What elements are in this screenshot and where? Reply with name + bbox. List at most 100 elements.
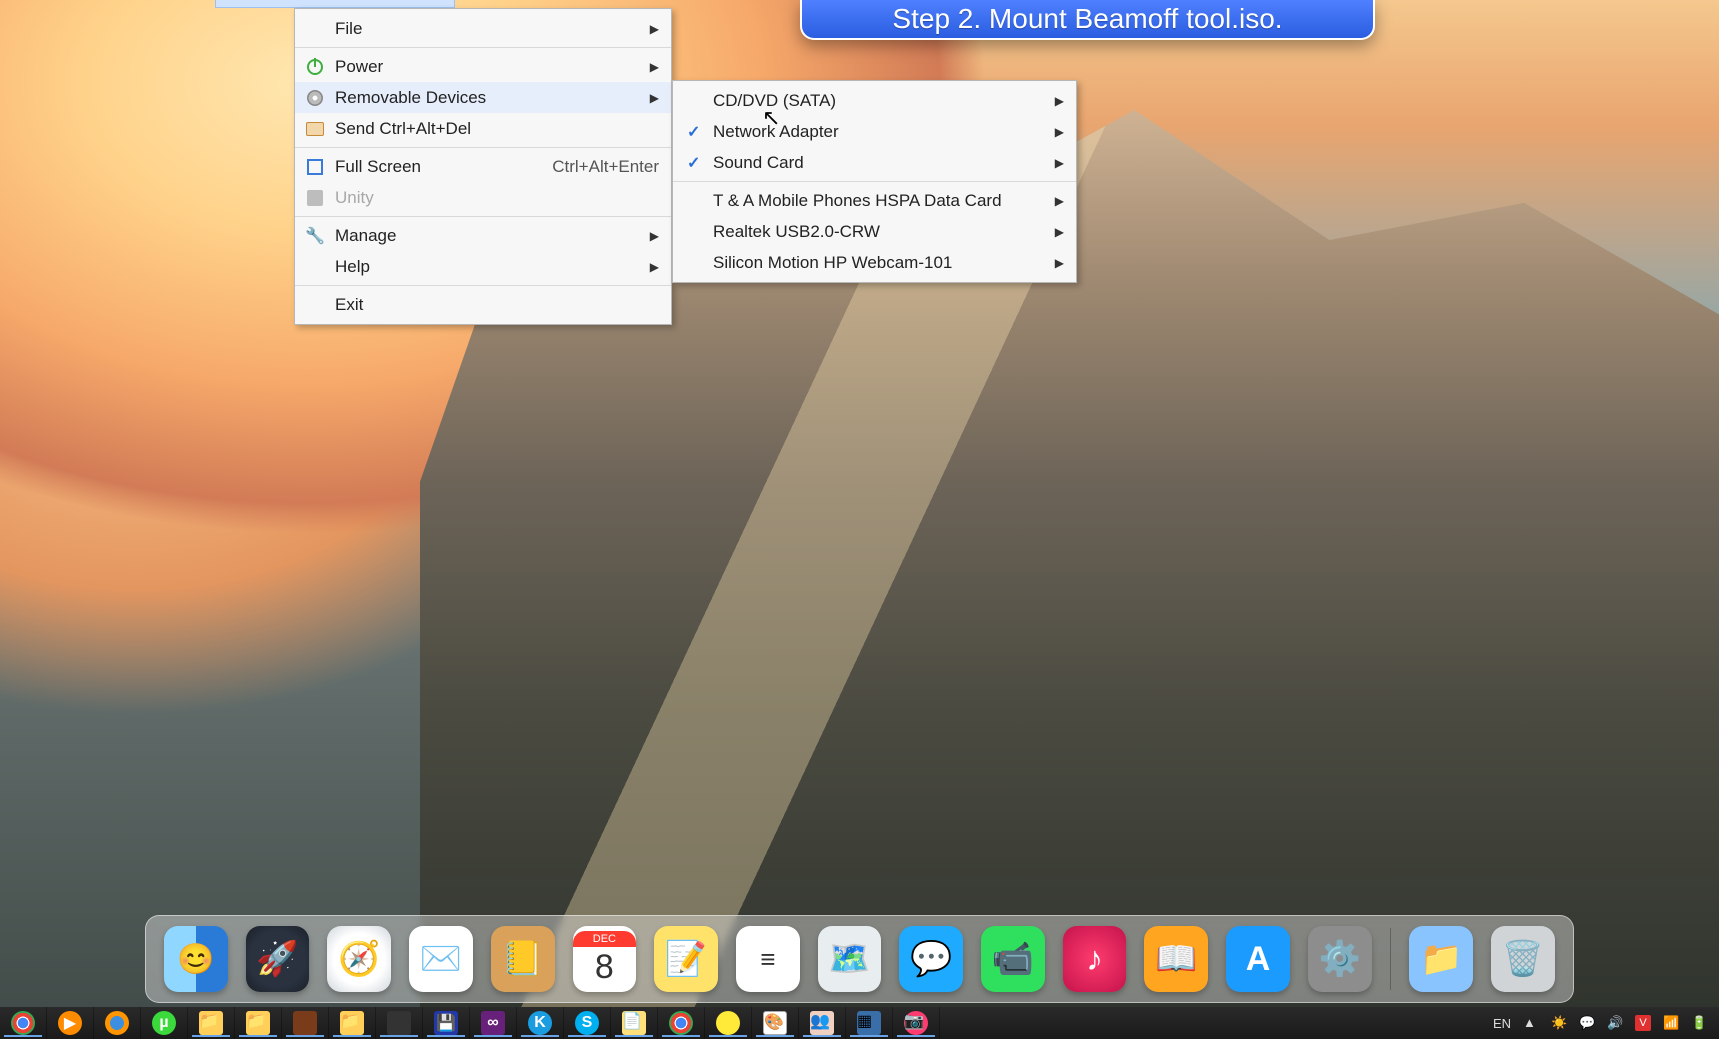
instruction-tooltip: Step 2. Mount Beamoff tool.iso. xyxy=(800,0,1375,40)
menu-exit-label: Exit xyxy=(335,295,363,315)
check-icon: ✓ xyxy=(687,153,700,173)
check-icon: ✓ xyxy=(687,122,700,142)
dock-messages-icon[interactable]: 💬 xyxy=(899,926,963,992)
taskbar-explorer1-icon[interactable]: 📁 xyxy=(188,1007,235,1039)
submenu-cddvd[interactable]: CD/DVD (SATA) ▶ xyxy=(673,85,1076,116)
menu-unity: Unity xyxy=(295,182,671,213)
submenu-webcam[interactable]: Silicon Motion HP Webcam-101 ▶ xyxy=(673,247,1076,278)
dock-notes-icon[interactable]: 📝 xyxy=(654,926,718,992)
tray-sound-icon[interactable]: 🔊 xyxy=(1607,1015,1623,1031)
taskbar-skype-icon[interactable]: S xyxy=(564,1007,611,1039)
wrench-icon: 🔧 xyxy=(305,226,325,246)
windows-taskbar: ▶ µ 📁 📁 📁 💾 ∞ K S 📄 🎨 👥 ▦ 📷 EN ▲ ☀️ 💬 🔊 … xyxy=(0,1007,1719,1039)
tray-language[interactable]: EN xyxy=(1493,1016,1511,1031)
menu-separator xyxy=(295,147,671,148)
menu-power[interactable]: Power ▶ xyxy=(295,51,671,82)
dock-facetime-icon[interactable]: 📹 xyxy=(981,926,1045,992)
submenu-hspa-label: T & A Mobile Phones HSPA Data Card xyxy=(713,191,1002,211)
taskbar-kmplayer-icon[interactable]: K xyxy=(517,1007,564,1039)
dock-calendar-icon[interactable]: DEC 8 xyxy=(573,926,637,992)
menu-separator xyxy=(673,181,1076,182)
menu-help[interactable]: Help ▶ xyxy=(295,251,671,282)
taskbar-vmware-icon[interactable]: ▦ xyxy=(846,1007,893,1039)
dock-reminders-icon[interactable]: ≡ xyxy=(736,926,800,992)
disc-icon xyxy=(305,88,325,108)
menu-manage[interactable]: 🔧 Manage ▶ xyxy=(295,220,671,251)
calendar-month: DEC xyxy=(573,931,637,947)
menu-send-ctrl-alt-del[interactable]: Send Ctrl+Alt+Del xyxy=(295,113,671,144)
menu-fullscreen-label: Full Screen xyxy=(335,157,421,177)
taskbar-utorrent-icon[interactable]: µ xyxy=(141,1007,188,1039)
taskbar-floppy-icon[interactable]: 💾 xyxy=(423,1007,470,1039)
fullscreen-icon xyxy=(305,157,325,177)
taskbar-camera-icon[interactable]: 📷 xyxy=(893,1007,940,1039)
dock-safari-icon[interactable]: 🧭 xyxy=(327,926,391,992)
menu-help-label: Help xyxy=(335,257,370,277)
menu-removable-devices[interactable]: Removable Devices ▶ xyxy=(295,82,671,113)
menu-power-label: Power xyxy=(335,57,383,77)
macos-dock: 😊 🚀 🧭 ✉️ 📒 DEC 8 📝 ≡ 🗺️ 💬 📹 ♪ 📖 A ⚙️ 📁 🗑… xyxy=(145,915,1574,1003)
chevron-right-icon: ▶ xyxy=(1055,194,1064,208)
chevron-right-icon: ▶ xyxy=(650,91,659,105)
power-icon xyxy=(305,57,325,77)
dock-finder-icon[interactable]: 😊 xyxy=(164,926,228,992)
submenu-cddvd-label: CD/DVD (SATA) xyxy=(713,91,836,111)
submenu-webcam-label: Silicon Motion HP Webcam-101 xyxy=(713,253,952,273)
tray-network-icon[interactable]: 📶 xyxy=(1663,1015,1679,1031)
dock-launchpad-icon[interactable]: 🚀 xyxy=(246,926,310,992)
dock-maps-icon[interactable]: 🗺️ xyxy=(818,926,882,992)
dock-separator xyxy=(1390,928,1392,990)
tray-battery-icon[interactable]: 🔋 xyxy=(1691,1015,1707,1031)
taskbar-document-icon[interactable]: 📄 xyxy=(611,1007,658,1039)
taskbar-explorer2-icon[interactable]: 📁 xyxy=(235,1007,282,1039)
tray-sun-icon[interactable]: ☀️ xyxy=(1551,1015,1567,1031)
unity-icon xyxy=(305,188,325,208)
taskbar-paint-icon[interactable]: 🎨 xyxy=(752,1007,799,1039)
taskbar-explorer3-icon[interactable]: 📁 xyxy=(329,1007,376,1039)
menu-exit[interactable]: Exit xyxy=(295,289,671,320)
chevron-right-icon: ▶ xyxy=(1055,94,1064,108)
dock-itunes-icon[interactable]: ♪ xyxy=(1063,926,1127,992)
submenu-sound-card[interactable]: ✓ Sound Card ▶ xyxy=(673,147,1076,178)
vm-toolbar-remnant xyxy=(215,0,455,8)
dock-contacts-icon[interactable]: 📒 xyxy=(491,926,555,992)
tray-shield-icon[interactable]: V xyxy=(1635,1015,1651,1031)
taskbar-users-icon[interactable]: 👥 xyxy=(799,1007,846,1039)
taskbar-chrome-icon[interactable] xyxy=(0,1007,47,1039)
taskbar-firefox-icon[interactable] xyxy=(94,1007,141,1039)
taskbar-chrome2-icon[interactable] xyxy=(658,1007,705,1039)
instruction-text: Step 2. Mount Beamoff tool.iso. xyxy=(892,3,1282,35)
menu-file[interactable]: File ▶ xyxy=(295,13,671,44)
submenu-network-adapter[interactable]: ✓ Network Adapter ▶ xyxy=(673,116,1076,147)
submenu-realtek-label: Realtek USB2.0-CRW xyxy=(713,222,880,242)
vmware-devices-submenu: CD/DVD (SATA) ▶ ✓ Network Adapter ▶ ✓ So… xyxy=(672,80,1077,283)
submenu-realtek[interactable]: Realtek USB2.0-CRW ▶ xyxy=(673,216,1076,247)
menu-manage-label: Manage xyxy=(335,226,396,246)
taskbar-game-icon[interactable] xyxy=(282,1007,329,1039)
chevron-right-icon: ▶ xyxy=(650,60,659,74)
taskbar-visualstudio-icon[interactable]: ∞ xyxy=(470,1007,517,1039)
taskbar-sticky-icon[interactable] xyxy=(705,1007,752,1039)
taskbar-apps: ▶ µ 📁 📁 📁 💾 ∞ K S 📄 🎨 👥 ▦ 📷 xyxy=(0,1007,940,1039)
chevron-right-icon: ▶ xyxy=(1055,225,1064,239)
chevron-right-icon: ▶ xyxy=(1055,125,1064,139)
dock-appstore-icon[interactable]: A xyxy=(1226,926,1290,992)
dock-downloads-icon[interactable]: 📁 xyxy=(1409,926,1473,992)
vmware-main-menu: File ▶ Power ▶ Removable Devices ▶ Send … xyxy=(294,8,672,325)
tray-up-icon[interactable]: ▲ xyxy=(1523,1015,1539,1031)
dock-trash-icon[interactable]: 🗑️ xyxy=(1491,926,1555,992)
taskbar-mediaplayer-icon[interactable]: ▶ xyxy=(47,1007,94,1039)
dock-sysprefs-icon[interactable]: ⚙️ xyxy=(1308,926,1372,992)
menu-fullscreen[interactable]: Full Screen Ctrl+Alt+Enter xyxy=(295,151,671,182)
tray-chat-icon[interactable]: 💬 xyxy=(1579,1015,1595,1031)
chevron-right-icon: ▶ xyxy=(1055,156,1064,170)
chevron-right-icon: ▶ xyxy=(650,229,659,243)
menu-fullscreen-shortcut: Ctrl+Alt+Enter xyxy=(552,157,659,177)
menu-removable-label: Removable Devices xyxy=(335,88,486,108)
menu-separator xyxy=(295,216,671,217)
menu-separator xyxy=(295,285,671,286)
dock-ibooks-icon[interactable]: 📖 xyxy=(1144,926,1208,992)
taskbar-vlc-icon[interactable] xyxy=(376,1007,423,1039)
submenu-hspa-card[interactable]: T & A Mobile Phones HSPA Data Card ▶ xyxy=(673,185,1076,216)
dock-mail-icon[interactable]: ✉️ xyxy=(409,926,473,992)
